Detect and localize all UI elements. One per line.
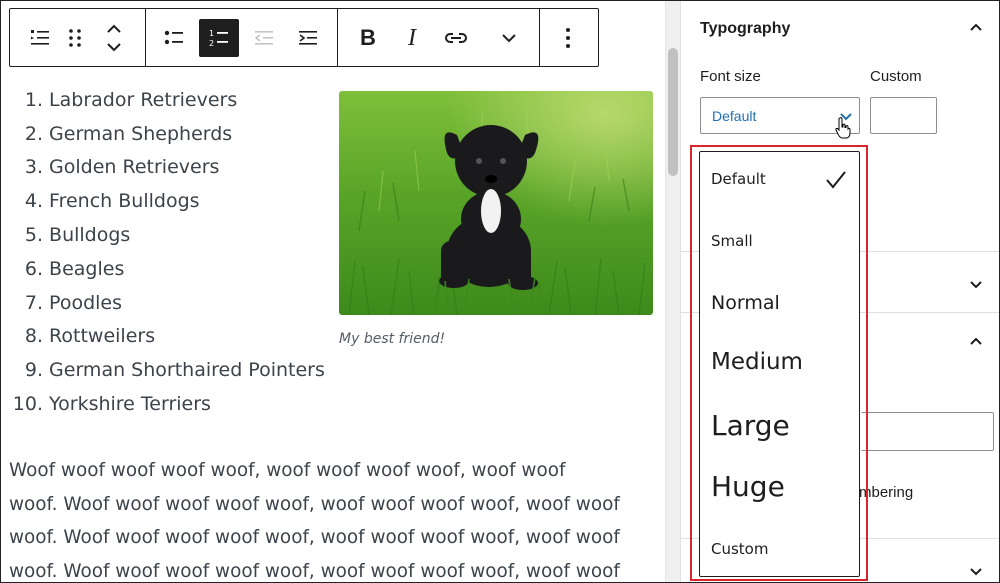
typography-collapse-toggle[interactable] [966,18,986,38]
toolbar-separator [145,9,146,66]
chevron-down-icon [970,568,982,576]
list-item-text: Bulldogs [49,224,131,247]
app-window: 12 B I 1. Labrador Retrievers 2. German … [0,0,1000,583]
list-item-number: 6. [24,257,43,280]
hand-pointer-cursor-icon [835,117,851,139]
paragraph-line: Woof woof woof woof woof, woof woof woof… [9,460,566,481]
list-item-number: 3. [24,156,43,179]
font-size-option-medium[interactable]: Medium [711,349,803,375]
font-size-option-huge[interactable]: Huge [711,470,785,503]
link-button[interactable] [436,19,476,57]
italic-button[interactable]: I [392,19,432,57]
svg-text:2: 2 [209,39,214,48]
panel-collapse-toggle[interactable] [966,332,986,352]
list-item-number: 1. [24,88,43,111]
bullet-list-icon [164,30,183,45]
options-button[interactable] [548,19,588,57]
drag-handle[interactable] [58,19,92,57]
font-size-option-normal[interactable]: Normal [711,292,780,314]
block-toolbar: 12 B I [9,8,599,67]
link-icon [445,33,467,43]
toolbar-separator [337,9,338,66]
list-item[interactable]: 10. Yorkshire Terriers [9,387,329,421]
list-item[interactable]: 5. Bulldogs [9,218,329,252]
outdent-button[interactable] [244,19,284,57]
list-view-icon [31,30,49,45]
chevron-up-icon [970,337,982,345]
panel-expand-toggle[interactable] [966,561,986,581]
toolbar-separator [539,9,540,66]
list-item-number: 8. [24,325,43,348]
partially-hidden-input[interactable] [861,412,994,451]
list-item-text: German Shorthaired Pointers [49,359,325,382]
list-item-text: Golden Retrievers [49,156,220,179]
list-item[interactable]: 6. Beagles [9,252,329,286]
indent-button[interactable] [288,19,328,57]
list-item-number: 2. [24,122,43,145]
puppy-photo [339,91,653,315]
numbered-list-icon: 12 [209,29,228,48]
svg-text:1: 1 [209,29,214,38]
chevron-down-icon [970,281,982,289]
ordered-list-button[interactable]: 12 [199,19,239,57]
list-item[interactable]: 4. French Bulldogs [9,184,329,218]
custom-font-size-input[interactable] [870,97,937,134]
list-item-number: 7. [24,291,43,314]
list-view-button[interactable] [20,19,60,57]
list-item-number: 9. [24,359,43,382]
list-item-number: 10. [12,393,43,416]
paragraph-line: woof. Woof woof woof woof woof, woof woo… [9,493,620,515]
image-caption[interactable]: My best friend! [339,331,445,347]
list-item-text: Rottweilers [49,325,156,348]
list-item-text: Beagles [49,257,125,280]
list-item-number: 4. [24,190,43,213]
chevron-down-icon [502,34,516,43]
paragraph-line: woof. Woof woof woof woof woof, woof woo… [9,527,620,549]
editor-canvas: 12 B I 1. Labrador Retrievers 2. German … [1,1,665,582]
list-item-text: Poodles [49,291,123,314]
chevron-up-down-icon [107,24,121,52]
list-item-text: Yorkshire Terriers [49,393,211,416]
list-item[interactable]: 7. Poodles [9,286,329,320]
list-item-number: 5. [24,224,43,247]
list-item[interactable]: 8. Rottweilers [9,320,329,354]
list-item[interactable]: 9. German Shorthaired Pointers [9,353,329,387]
paragraph-block[interactable]: Woof woof woof woof woof, woof woof woof… [9,454,649,582]
typography-panel-title[interactable]: Typography [700,20,790,38]
list-item-text: French Bulldogs [49,190,200,213]
scrollbar-thumb[interactable] [668,48,678,176]
more-formatting-button[interactable] [489,19,529,57]
chevron-up-icon [970,23,982,31]
list-item[interactable]: 2. German Shepherds [9,117,329,151]
bold-button[interactable]: B [348,19,388,57]
list-item-text: Labrador Retrievers [49,88,238,111]
move-up-down-button[interactable] [96,19,132,57]
drag-icon [69,29,81,47]
list-item-text: German Shepherds [49,122,233,145]
custom-size-label: Custom [870,68,922,85]
panel-expand-toggle[interactable] [966,274,986,294]
vertical-ellipsis-icon [566,28,570,48]
font-size-option-small[interactable]: Small [711,232,753,250]
font-size-option-default[interactable]: Default [711,170,766,188]
indent-icon [299,31,317,45]
outdent-icon [254,31,273,45]
font-size-option-custom[interactable]: Custom [711,540,768,558]
font-size-select-value: Default [712,108,757,124]
list-item[interactable]: 3. Golden Retrievers [9,151,329,185]
unordered-list-button[interactable] [154,19,194,57]
paragraph-line: woof. Woof woof woof woof woof, woof woo… [9,560,620,582]
list-item[interactable]: 1. Labrador Retrievers [9,83,329,117]
breed-list[interactable]: 1. Labrador Retrievers 2. German Shepherd… [9,83,329,421]
font-size-label: Font size [700,68,761,85]
font-size-option-large[interactable]: Large [711,409,790,442]
font-size-dropdown[interactable]: Default Small Normal Medium Large Huge C… [699,151,860,577]
puppy-image[interactable] [339,91,653,315]
checkmark-icon [826,171,846,189]
